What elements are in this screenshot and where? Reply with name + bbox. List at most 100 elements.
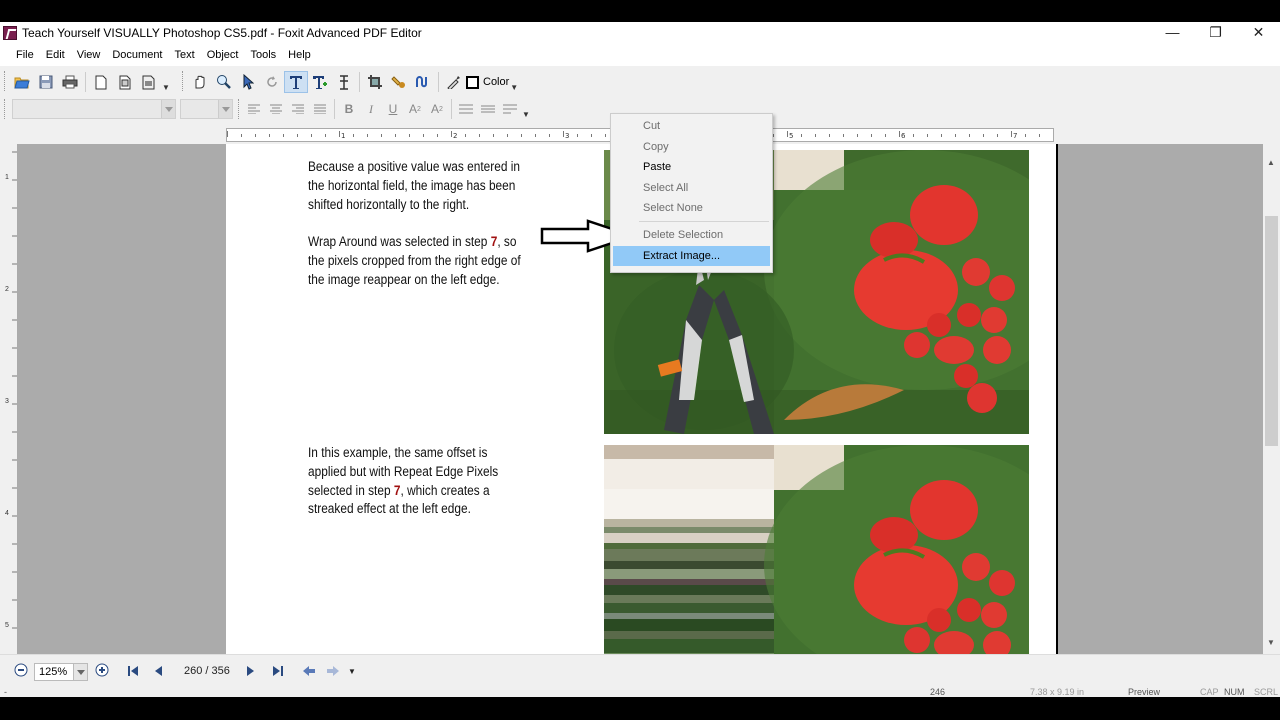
toolbar-grip — [238, 99, 241, 119]
save-icon[interactable] — [34, 71, 58, 93]
chevron-down-icon — [218, 100, 232, 118]
zoom-value: 125% — [39, 666, 68, 678]
vertical-ruler: 1 2 3 4 5 — [0, 144, 18, 654]
menu-item-paste[interactable]: Paste — [613, 157, 770, 177]
menu-help[interactable]: Help — [282, 44, 317, 66]
toolbar-separator — [359, 72, 360, 92]
status-page-number: 246 — [930, 687, 946, 697]
align-left-icon[interactable] — [243, 99, 265, 119]
photo-repeat-edge[interactable] — [604, 445, 1029, 654]
rotate-icon[interactable] — [260, 71, 284, 93]
text-cursor-icon[interactable] — [332, 71, 356, 93]
page-indicator[interactable]: 260 / 356 — [184, 665, 230, 677]
underline-icon[interactable]: U — [382, 99, 404, 119]
zoom-out-icon[interactable] — [14, 663, 28, 677]
add-text-icon[interactable] — [308, 71, 332, 93]
app-window: Teach Yourself VISUALLY Photoshop CS5.pd… — [0, 22, 1280, 697]
menu-item-select-all[interactable]: Select All — [613, 178, 770, 198]
minimize-button[interactable]: — — [1151, 22, 1194, 44]
status-scroll-lock: SCRL — [1254, 687, 1279, 697]
align-right-icon[interactable] — [287, 99, 309, 119]
new-page-icon[interactable] — [89, 71, 113, 93]
menu-item-copy[interactable]: Copy — [613, 137, 770, 157]
print-icon[interactable] — [58, 71, 82, 93]
zoom-in-icon[interactable] — [95, 663, 109, 677]
ruler-number: 2 — [5, 286, 9, 293]
menu-item-cut[interactable]: Cut — [613, 116, 770, 136]
chevron-down-icon[interactable]: ▼ — [522, 110, 530, 119]
previous-view-icon[interactable] — [302, 665, 316, 677]
previous-page-icon[interactable] — [153, 665, 163, 677]
chevron-down-icon[interactable]: ▼ — [510, 83, 518, 92]
ruler-number: 3 — [565, 132, 569, 140]
ruler-number: 6 — [901, 132, 906, 140]
font-size-select[interactable] — [180, 99, 233, 119]
scrollbar-thumb[interactable] — [1265, 216, 1278, 446]
menu-separator — [639, 221, 769, 222]
font-family-select[interactable] — [12, 99, 176, 119]
align-center-icon[interactable] — [265, 99, 287, 119]
menu-file[interactable]: File — [10, 44, 40, 66]
menu-object[interactable]: Object — [201, 44, 245, 66]
page-layout-icon[interactable] — [113, 71, 137, 93]
window-title: Teach Yourself VISUALLY Photoshop CS5.pd… — [22, 26, 422, 40]
eyedropper-icon[interactable] — [442, 71, 466, 93]
menu-item-select-none[interactable]: Select None — [613, 198, 770, 218]
menu-text[interactable]: Text — [169, 44, 201, 66]
scroll-up-icon[interactable]: ▲ — [1267, 158, 1275, 167]
menu-document[interactable]: Document — [106, 44, 168, 66]
chevron-down-icon[interactable]: ▼ — [348, 667, 356, 676]
line-spacing-icon[interactable] — [455, 99, 477, 119]
justify-icon[interactable] — [309, 99, 331, 119]
menu-item-delete-selection[interactable]: Delete Selection — [613, 225, 770, 245]
text-format-tools: B I U A2 A2 ▼ — [242, 97, 531, 121]
chevron-down-icon[interactable]: ▼ — [162, 83, 170, 92]
paragraph-spacing-icon[interactable] — [477, 99, 499, 119]
last-page-icon[interactable] — [272, 665, 284, 677]
path-icon[interactable] — [411, 71, 435, 93]
first-page-icon[interactable] — [127, 665, 139, 677]
menu-view[interactable]: View — [71, 44, 107, 66]
paragraph-2[interactable]: Wrap Around was selected in step 7, so t… — [308, 233, 528, 289]
main-toolbar: ▼ Color ▼ — [0, 68, 1280, 96]
subscript-icon[interactable]: A2 — [426, 99, 448, 119]
status-bar: - 246 7.38 x 9.19 in Preview CAP NUM SCR… — [0, 687, 1280, 697]
context-menu: Cut Copy Paste Select All Select None De… — [610, 113, 773, 273]
vertical-scrollbar[interactable]: ▲ ▼ — [1263, 154, 1280, 654]
edit-text-icon[interactable] — [284, 71, 308, 93]
color-swatch[interactable] — [466, 75, 479, 89]
page-options-icon[interactable] — [137, 71, 161, 93]
close-button[interactable]: ✕ — [1237, 22, 1280, 44]
menu-tools[interactable]: Tools — [244, 44, 282, 66]
zoom-tool-icon[interactable] — [212, 71, 236, 93]
superscript-icon[interactable]: A2 — [404, 99, 426, 119]
window-controls: — ❐ ✕ — [1151, 22, 1280, 44]
paragraph-text: Because a positive value was entered in … — [308, 159, 520, 212]
select-arrow-icon[interactable] — [236, 71, 260, 93]
menu-item-extract-image[interactable]: Extract Image... — [613, 246, 770, 266]
toolbar-grip — [4, 71, 7, 91]
paragraph-3[interactable]: In this example, the same offset is appl… — [308, 444, 528, 519]
color-label[interactable]: Color — [483, 76, 509, 88]
toolbar-separator — [85, 72, 86, 92]
open-icon[interactable] — [10, 71, 34, 93]
next-view-icon[interactable] — [326, 665, 340, 677]
status-dash: - — [4, 687, 7, 697]
toolbar-separator — [451, 99, 452, 119]
scroll-down-icon[interactable]: ▼ — [1267, 638, 1275, 647]
next-page-icon[interactable] — [246, 665, 256, 677]
hand-tool-icon[interactable] — [188, 71, 212, 93]
restore-button[interactable]: ❐ — [1194, 22, 1237, 44]
italic-icon[interactable]: I — [360, 99, 382, 119]
toolbar-separator — [438, 72, 439, 92]
zoom-select[interactable]: 125% — [34, 663, 88, 681]
ruler-number: 1 — [341, 132, 345, 140]
bold-icon[interactable]: B — [338, 99, 360, 119]
status-num-lock: NUM — [1224, 687, 1245, 697]
crop-icon[interactable] — [363, 71, 387, 93]
ruler-number: 2 — [453, 132, 457, 140]
stamp-icon[interactable] — [387, 71, 411, 93]
menu-edit[interactable]: Edit — [40, 44, 71, 66]
paragraph-1[interactable]: Because a positive value was entered in … — [308, 158, 528, 214]
indent-icon[interactable] — [499, 99, 521, 119]
